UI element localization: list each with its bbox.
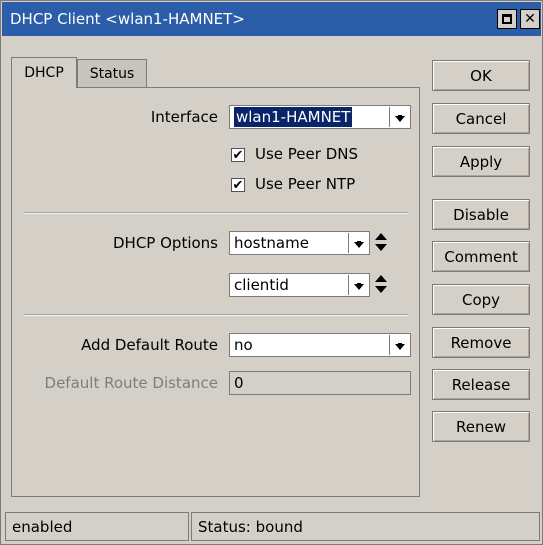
copy-button[interactable]: Copy <box>432 284 530 315</box>
comment-button[interactable]: Comment <box>432 241 530 272</box>
remove-button[interactable]: Remove <box>432 327 530 358</box>
use-peer-dns-label: Use Peer DNS <box>255 145 358 163</box>
maximize-button[interactable] <box>497 9 517 29</box>
close-icon: ✕ <box>524 11 536 27</box>
dhcp-tab-panel: Interface wlan1-HAMNET ✔ Use Peer DNS ✔ … <box>11 87 420 497</box>
dhcp-option-value: clientid <box>234 276 289 294</box>
interface-label: Interface <box>150 108 218 126</box>
tab-status-label: Status <box>89 65 135 82</box>
dhcp-client-window: DHCP Client <wlan1-HAMNET> ✕ DHCP Status… <box>0 0 543 545</box>
up-down-arrows-icon[interactable] <box>375 233 389 253</box>
cancel-button[interactable]: Cancel <box>432 103 530 134</box>
add-default-route-dropdown-button[interactable] <box>389 335 409 355</box>
dhcp-option-dropdown-button[interactable] <box>348 275 368 295</box>
checkmark-icon: ✔ <box>232 177 244 193</box>
use-peer-ntp-checkbox[interactable]: ✔ <box>231 178 245 192</box>
status-enabled: enabled <box>5 512 189 541</box>
dhcp-option-clientid-select[interactable]: clientid <box>229 273 370 297</box>
add-default-route-label: Add Default Route <box>81 336 218 354</box>
up-down-arrows-icon[interactable] <box>375 275 389 295</box>
use-peer-dns-checkbox[interactable]: ✔ <box>231 148 245 162</box>
dhcp-option-dropdown-button[interactable] <box>348 233 368 253</box>
dropdown-arrow-icon <box>353 237 365 249</box>
add-default-route-value: no <box>234 336 253 354</box>
disable-button[interactable]: Disable <box>432 199 530 230</box>
close-button[interactable]: ✕ <box>520 9 540 29</box>
separator <box>24 314 408 316</box>
interface-select[interactable]: wlan1-HAMNET <box>229 105 411 129</box>
dhcp-options-label: DHCP Options <box>113 234 218 252</box>
maximize-icon <box>502 14 512 24</box>
dhcp-option-hostname-select[interactable]: hostname <box>229 231 370 255</box>
ok-button[interactable]: OK <box>432 60 530 91</box>
default-route-distance-input: 0 <box>229 371 411 395</box>
checkmark-icon: ✔ <box>232 147 244 163</box>
interface-value: wlan1-HAMNET <box>234 107 353 127</box>
renew-button[interactable]: Renew <box>432 411 530 442</box>
status-bar: enabled Status: bound <box>2 510 541 544</box>
separator <box>24 212 408 214</box>
dropdown-arrow-icon <box>394 111 406 123</box>
dropdown-arrow-icon <box>353 279 365 291</box>
default-route-distance-label: Default Route Distance <box>44 374 218 392</box>
use-peer-ntp-label: Use Peer NTP <box>255 175 356 193</box>
tab-status[interactable]: Status <box>77 59 147 87</box>
release-button[interactable]: Release <box>432 369 530 400</box>
window-title: DHCP Client <wlan1-HAMNET> <box>10 10 245 28</box>
tab-dhcp-label: DHCP <box>24 65 64 81</box>
default-route-distance-value: 0 <box>234 374 244 392</box>
dropdown-arrow-icon <box>394 339 406 351</box>
title-bar[interactable]: DHCP Client <wlan1-HAMNET> ✕ <box>2 2 541 36</box>
add-default-route-select[interactable]: no <box>229 333 411 357</box>
dhcp-option-value: hostname <box>234 234 309 252</box>
tab-dhcp[interactable]: DHCP <box>11 57 77 88</box>
apply-button[interactable]: Apply <box>432 146 530 177</box>
status-bound: Status: bound <box>191 512 540 541</box>
interface-dropdown-button[interactable] <box>389 107 409 127</box>
